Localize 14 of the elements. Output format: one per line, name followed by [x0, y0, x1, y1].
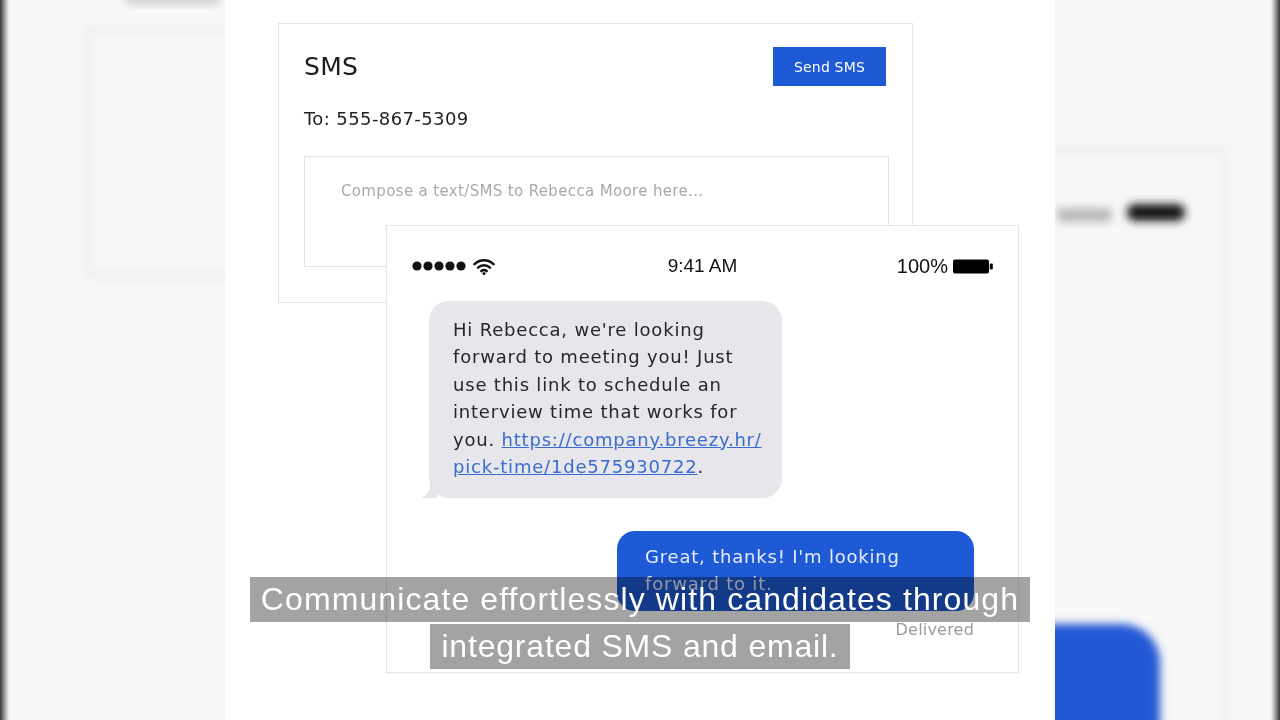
send-sms-button[interactable]: Send SMS — [773, 47, 886, 86]
message-link[interactable]: pick-time/1de575930722 — [453, 456, 698, 478]
delivery-status: Delivered — [895, 620, 974, 641]
signal-dots-icon — [412, 261, 466, 271]
recipient-line: To: 555-867-5309 — [304, 107, 469, 131]
wifi-icon — [473, 257, 495, 275]
message-text: Hi Rebecca, we're looking forward to meeting you! Just use this link to schedule an interview time that works for you. https://company.breezy.hr/ pick-time/1de575930722. — [453, 318, 763, 480]
panel-title: SMS — [304, 51, 359, 82]
battery-icon — [953, 258, 993, 274]
message-link[interactable]: https://company.breezy.hr/ — [501, 428, 762, 450]
video-caption: integrated SMS and email. — [430, 624, 850, 669]
battery-percent: 100% — [896, 254, 948, 278]
status-time: 9:41 AM — [667, 254, 738, 278]
compose-field[interactable]: Compose a text/SMS to Rebecca Moore here... — [304, 156, 889, 224]
